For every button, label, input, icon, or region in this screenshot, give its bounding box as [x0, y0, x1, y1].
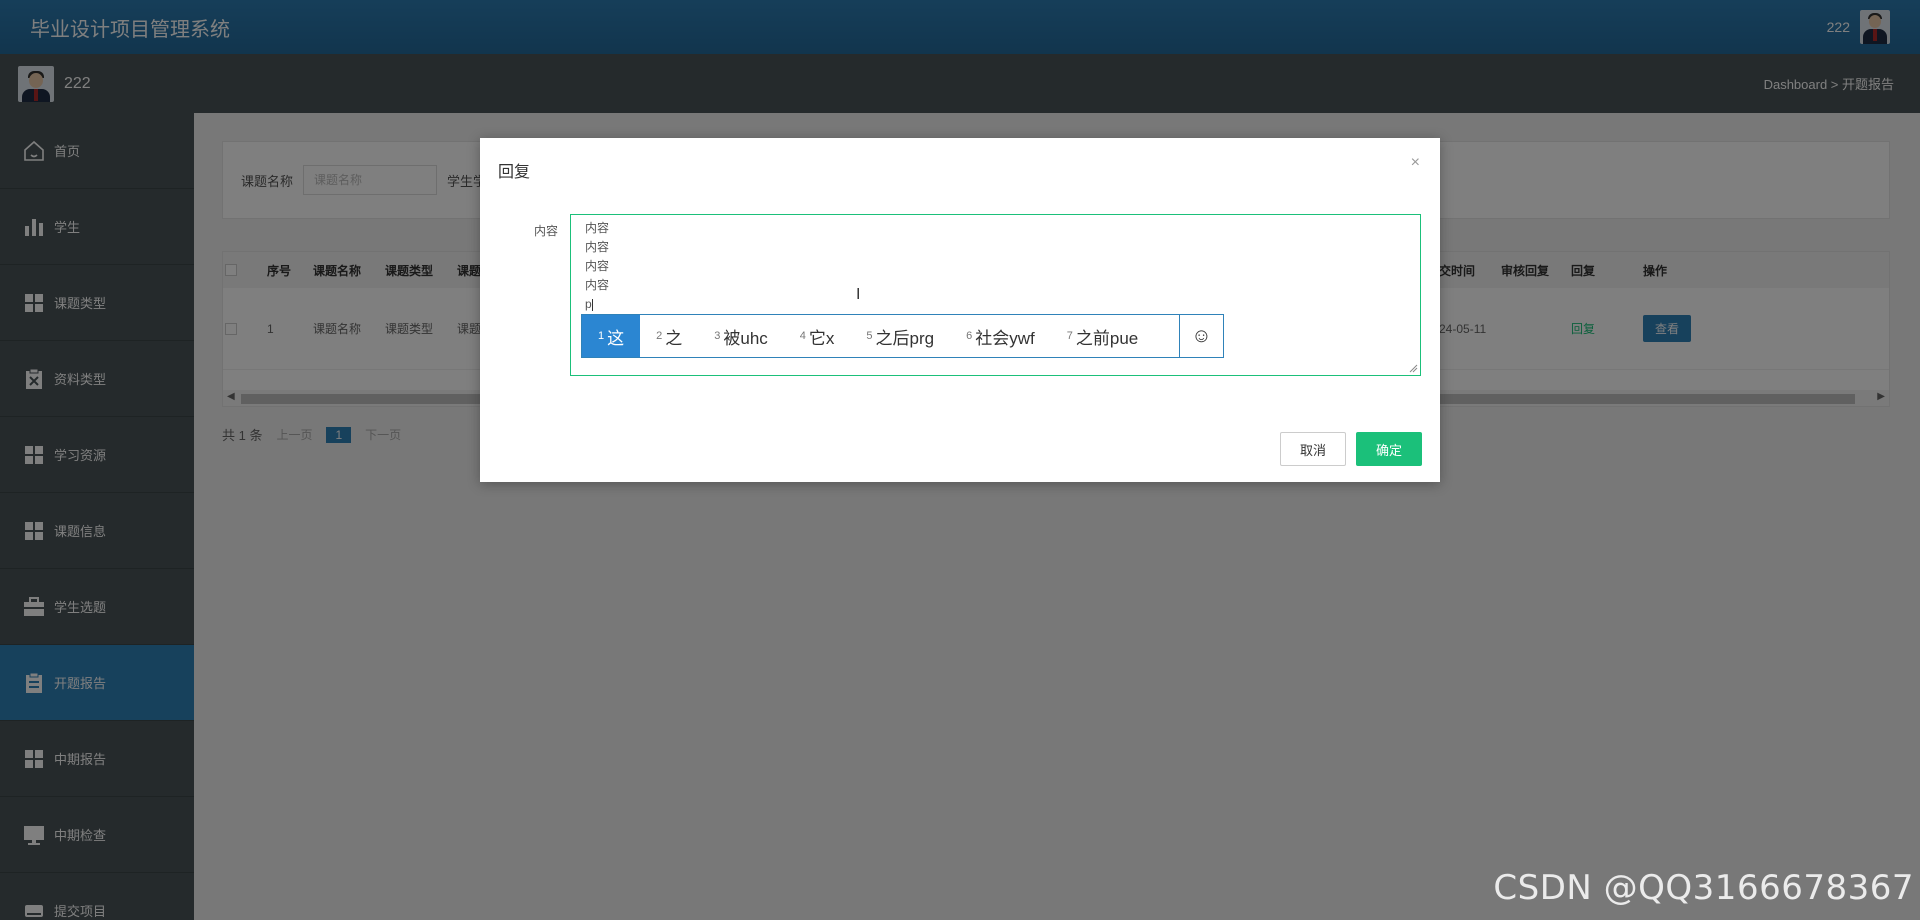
close-icon[interactable]: × — [1411, 154, 1420, 172]
content-line: 内容 — [585, 221, 610, 235]
ime-candidate[interactable]: 7 之前pue — [1051, 315, 1155, 357]
content-line: 内容 — [585, 240, 610, 254]
watermark: CSDN @QQ3166678367 — [1493, 868, 1914, 908]
content-line: 内容 — [585, 278, 610, 292]
ime-candidate[interactable]: 1这 — [582, 315, 641, 357]
ime-candidate[interactable]: 5 之后prg — [850, 315, 950, 357]
reply-dialog: 回复 × 内容 内容 内容 内容 内容 p 1这 2之 3 被uhc 4 它x 5之… — [480, 138, 1440, 482]
text-caret — [591, 298, 593, 311]
confirm-button[interactable]: 确定 — [1356, 432, 1422, 466]
text-cursor-icon: I — [856, 286, 861, 303]
emoji-icon[interactable]: ☺ — [1179, 315, 1223, 357]
cancel-button[interactable]: 取消 — [1280, 432, 1346, 466]
dialog-title: 回复 — [498, 164, 531, 181]
ime-candidate[interactable]: 2之 — [640, 315, 698, 357]
ime-candidate-bar: 1这 2之 3 被uhc 4 它x 5 之后prg 6 社会ywf 7 之前pue ☺ — [581, 314, 1224, 358]
ime-candidate[interactable]: 6 社会ywf — [950, 315, 1051, 357]
ime-candidate[interactable]: 4 它x — [784, 315, 851, 357]
ime-candidate[interactable]: 3 被uhc — [698, 315, 784, 357]
content-label: 内容 — [534, 224, 559, 238]
typing-text: p — [585, 297, 592, 311]
content-line: 内容 — [585, 259, 610, 273]
resize-handle-icon[interactable] — [1408, 363, 1418, 373]
